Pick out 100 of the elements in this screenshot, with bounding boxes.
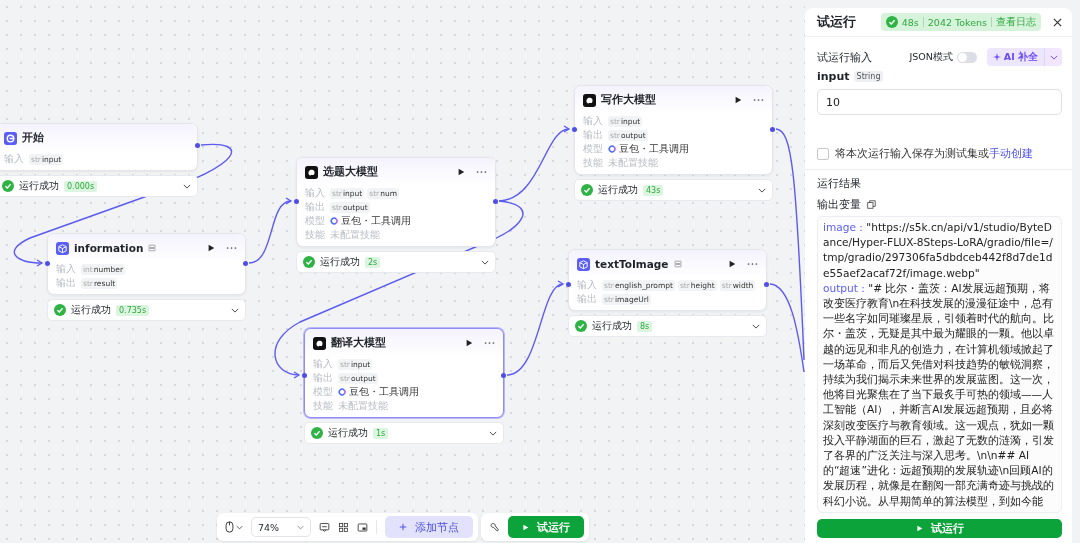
check-icon [303, 256, 315, 268]
port-dot[interactable] [195, 143, 200, 148]
status-text: 运行成功 [19, 179, 59, 193]
check-icon [2, 180, 14, 192]
row-label: 技能 [305, 228, 326, 242]
port-dot[interactable] [566, 282, 571, 287]
node-title: 翻译大模型 [331, 336, 386, 350]
caret-icon[interactable] [758, 187, 766, 193]
wrench-icon[interactable] [489, 521, 501, 533]
more-icon[interactable] [484, 341, 495, 345]
checkbox[interactable] [817, 148, 829, 160]
play-icon [915, 524, 923, 532]
port-dot[interactable] [302, 373, 307, 378]
model-name: 豆包・工具调用 [341, 214, 411, 228]
status-bar[interactable]: 运行成功 1s [304, 422, 504, 444]
more-icon[interactable] [476, 170, 487, 174]
status-text: 运行成功 [592, 319, 632, 333]
status-bar[interactable]: 运行成功 2s [296, 251, 496, 273]
caret-icon[interactable] [231, 307, 239, 313]
status-text: 运行成功 [598, 183, 638, 197]
status-text: 运行成功 [320, 255, 360, 269]
status-bar[interactable]: 运行成功 43s [574, 179, 773, 201]
duration-text: 48s [901, 16, 919, 28]
caret-icon[interactable] [752, 323, 760, 329]
json-mode-label: JSON模式 [909, 50, 953, 64]
caret-icon[interactable] [183, 183, 191, 189]
cube-icon [56, 241, 69, 255]
row-label: 输出 [56, 276, 77, 290]
row-label: 输出 [583, 128, 604, 142]
minimap-icon[interactable] [357, 521, 369, 533]
duration-badge: 2s [365, 256, 381, 268]
status-bar[interactable]: 运行成功 0.735s [47, 299, 246, 321]
caret-icon[interactable] [489, 430, 497, 436]
node-title: textToImage [595, 258, 669, 270]
row-label: 输出 [313, 371, 334, 385]
row-label: 输出 [577, 292, 598, 306]
model-icon [313, 336, 326, 350]
row-label: 技能 [583, 156, 604, 170]
check-icon [581, 184, 593, 196]
more-icon[interactable] [226, 246, 237, 250]
play-icon[interactable] [465, 339, 473, 347]
play-icon[interactable] [457, 168, 465, 176]
zoom-select[interactable]: 74% [251, 517, 312, 537]
check-icon [885, 16, 898, 28]
comment-icon[interactable] [319, 521, 331, 533]
storage-icon [673, 260, 682, 268]
manual-create-link[interactable]: 手动创建 [989, 147, 1033, 159]
token-count: 2042 Tokens [927, 16, 987, 28]
play-icon[interactable] [734, 96, 742, 104]
port-dot[interactable] [45, 261, 50, 266]
port-dot[interactable] [501, 373, 506, 378]
ring-icon [608, 145, 616, 153]
status-bar[interactable]: 运行成功 0.000s [0, 175, 198, 197]
port-dot[interactable] [572, 127, 577, 132]
output-heading: 输出变量 [817, 197, 861, 212]
mouse-icon[interactable] [225, 521, 234, 533]
duration-badge: 43s [643, 184, 664, 196]
copy-icon[interactable] [867, 200, 876, 209]
play-icon[interactable] [207, 244, 215, 252]
section-heading: 运行结果 [817, 176, 862, 191]
row-label: 输入 [313, 357, 334, 371]
type-tag: String [853, 71, 884, 82]
more-icon[interactable] [753, 98, 764, 102]
port-dot[interactable] [243, 261, 248, 266]
add-node-button[interactable]: 添加节点 [385, 516, 474, 538]
save-option-text: 将本次运行输入保存为测试集或手动创建 [835, 147, 1033, 161]
status-text: 运行成功 [71, 303, 111, 317]
plus-icon [399, 523, 408, 531]
model-name: 豆包・工具调用 [349, 385, 419, 399]
duration-badge: 0.735s [116, 304, 150, 316]
model-icon [305, 165, 318, 179]
json-mode-toggle[interactable] [956, 51, 977, 63]
check-icon [54, 304, 66, 316]
status-bar[interactable]: 运行成功 8s [568, 315, 767, 337]
panel-title: 试运行 [817, 13, 856, 31]
duration-badge: 0.000s [64, 180, 98, 192]
close-icon[interactable] [1053, 17, 1062, 27]
row-label: 输入 [305, 186, 326, 200]
port-dot[interactable] [770, 127, 775, 132]
output-variable: output : "# 比尔・盖茨：AI发展远超预期，将改变医疗教育\n在科技发展的漫漫征途中，总有一些名字如同璀璨星辰，引领着时代的航向。比尔・盖茨，无疑是其中最为耀眼的一颗。他以卓越的远见和非凡的创造力，在计算机领域掀起了一场革命，而后又凭借对科技趋势的敏锐洞察，持续为我们揭示未来世界的发展蓝图。这一次，他将目光聚焦在了当下最炙手可热的领域——人工智能（AI），并断言AI发展远超预期，且必将深刻改变医疗与教育领域。这一观点，犹如一颗投入平静湖面的巨石，激起了无数的涟漪，引发了各界的广泛关注与深入思考。\n\n## AI的“超速”进化：远超预期的发展轨迹\n回顾AI的发展历程，就像是在翻阅一部充满奇迹与挑战的科幻小说。从早期简单的算法模型，到如今能 [823, 280, 1055, 509]
port-dot[interactable] [493, 199, 498, 204]
start-icon [4, 131, 17, 145]
play-icon[interactable] [728, 260, 736, 268]
status-text: 运行成功 [328, 426, 368, 440]
ai-complete-button[interactable]: AI 补全 [986, 48, 1044, 66]
check-icon [575, 320, 587, 332]
grid-icon[interactable] [338, 521, 350, 533]
row-label: 输入 [56, 262, 77, 276]
node-title: 开始 [22, 131, 44, 145]
port-dot[interactable] [294, 199, 299, 204]
caret-icon [1049, 54, 1058, 60]
node-title: information [74, 242, 144, 254]
duration-badge: 8s [637, 320, 653, 332]
input-field[interactable]: 10 [817, 89, 1062, 115]
more-icon[interactable] [747, 262, 758, 266]
port-dot[interactable] [764, 282, 769, 287]
caret-icon[interactable] [481, 259, 489, 265]
sparkle-icon [992, 53, 1001, 61]
row-label: 输出 [305, 200, 326, 214]
model-icon [583, 93, 596, 107]
